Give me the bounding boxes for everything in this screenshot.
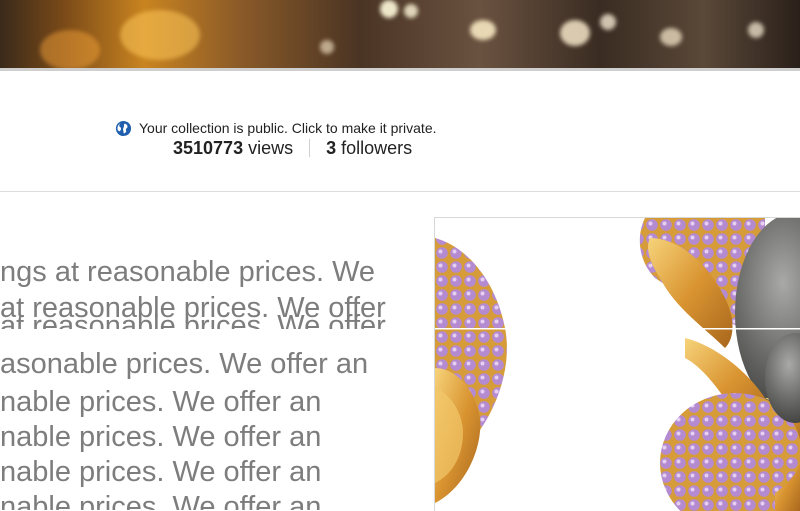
description-line: ngs at reasonable prices. We — [0, 256, 376, 288]
collection-stats: Your collection is public. Click to make… — [0, 71, 800, 192]
collection-counts: 3510773 views 3 followers — [173, 137, 412, 159]
description-line: nable prices. We offer an — [0, 456, 322, 488]
views-label: views — [248, 137, 294, 158]
description-line: asonable prices. We offer an — [0, 348, 369, 380]
cover-image — [0, 0, 800, 68]
description-line: nable prices. We offer an — [0, 421, 322, 453]
followers-count[interactable]: 3 — [326, 138, 336, 159]
globe-icon — [115, 120, 132, 136]
privacy-toggle[interactable]: Your collection is public. Click to make… — [115, 119, 437, 137]
collection-description: ngs at reasonable prices. We at reasonab… — [0, 192, 430, 510]
description-line: at reasonable prices. We offer — [0, 310, 386, 342]
followers-label[interactable]: followers — [341, 138, 412, 159]
views-count: 3510773 — [173, 137, 244, 158]
description-line: nable prices. We offer an — [0, 386, 322, 418]
product-image[interactable] — [434, 217, 800, 511]
privacy-text: Your collection is public. Click to make… — [139, 120, 437, 136]
description-line: nable prices. We offer an — [0, 491, 322, 510]
counts-divider — [309, 139, 311, 157]
